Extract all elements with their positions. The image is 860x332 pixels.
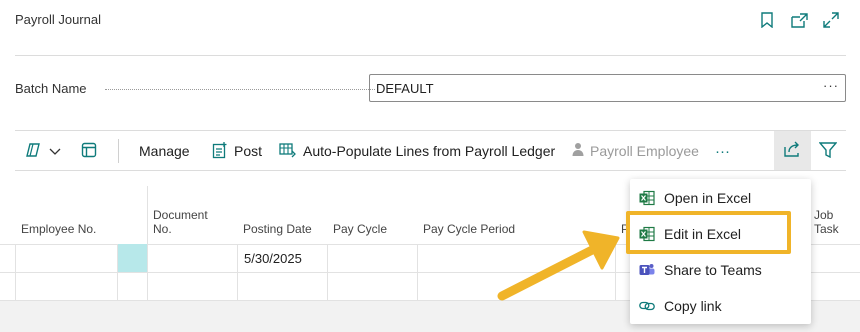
more-options-label: ··· [715,142,730,160]
filter-icon [818,141,838,161]
menu-item-label: Open in Excel [664,190,752,206]
post-button[interactable]: Post [212,131,262,171]
batch-name-input[interactable]: DEFAULT ··· [369,74,846,102]
views-icon [25,142,43,161]
payroll-employee-button[interactable]: Payroll Employee [572,131,699,171]
column-header-employee-no[interactable]: Employee No. [21,186,96,244]
manage-button[interactable]: Manage [139,131,190,171]
grid-column-line [147,186,148,300]
link-icon [639,298,655,314]
grid-column-line [15,244,16,300]
batch-name-value: DEFAULT [376,81,434,96]
bookmark-icon[interactable] [758,11,776,29]
expand-icon[interactable] [822,11,840,29]
auto-populate-button[interactable]: Auto-Populate Lines from Payroll Ledger [279,131,555,171]
chevron-down-icon [49,143,61,159]
column-header-posting-date[interactable]: Posting Date [243,186,312,244]
batch-name-lookup-button[interactable]: ··· [823,78,839,93]
grid-column-line [417,244,418,300]
selected-cell[interactable] [118,244,147,272]
edit-in-excel-highlight [626,211,791,254]
toolbar-bottom-divider [15,170,846,171]
column-header-document-no[interactable]: Document No. [153,186,208,244]
more-options-button[interactable]: ··· [715,131,730,171]
manage-label: Manage [139,143,190,159]
views-button[interactable] [25,131,61,171]
filter-button[interactable] [818,131,838,171]
header-actions [758,11,840,29]
document-no-line1: Document [153,208,208,222]
payroll-employee-label: Payroll Employee [590,143,699,159]
batch-name-row: Batch Name DEFAULT ··· [15,74,846,102]
menu-item-label: Copy link [664,298,722,314]
layout-icon [81,142,97,161]
layout-button[interactable] [81,131,97,171]
page-title: Payroll Journal [15,12,101,27]
menu-item-copy-link[interactable]: Copy link [630,288,811,324]
open-new-window-icon[interactable] [790,11,808,29]
field-leader-dots [105,89,375,90]
share-icon [783,141,802,162]
post-icon [212,141,228,162]
share-button[interactable] [774,131,811,171]
teams-icon [639,262,655,278]
document-no-line2: No. [153,222,172,236]
column-header-pay-cycle[interactable]: Pay Cycle [333,186,387,244]
toolbar-separator [118,139,119,163]
annotation-arrow [497,230,620,301]
post-label: Post [234,143,263,159]
auto-populate-label: Auto-Populate Lines from Payroll Ledger [303,143,556,159]
header-divider [15,55,846,56]
menu-item-label: Share to Teams [664,262,762,278]
grid-column-line [237,244,238,300]
batch-name-label: Batch Name [15,81,91,96]
menu-item-share-to-teams[interactable]: Share to Teams [630,252,811,288]
action-toolbar: Manage Post Auto-Populate Lines from Pay… [15,131,846,171]
auto-populate-icon [279,142,297,161]
excel-icon [639,190,655,206]
person-icon [572,142,584,160]
column-header-job-task[interactable]: Job Task [814,186,860,244]
grid-column-line [327,244,328,300]
posting-date-cell[interactable]: 5/30/2025 [244,251,302,266]
